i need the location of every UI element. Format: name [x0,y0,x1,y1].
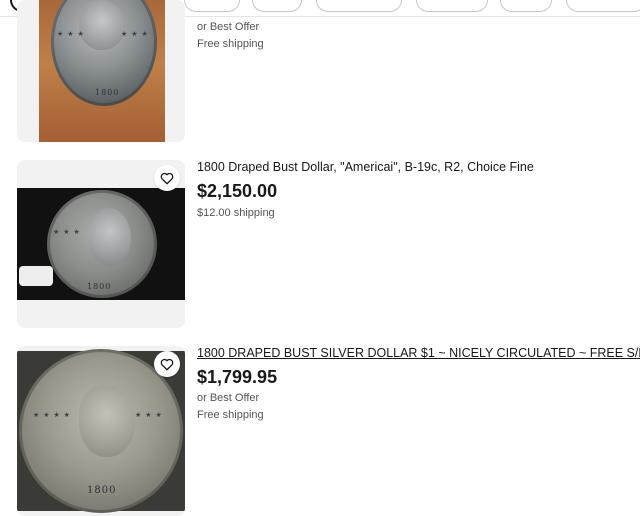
shipping-label: Free shipping [197,38,264,50]
listing-image[interactable]: ★ ★ ★ ★ ★ ★ ★ 1800 [17,346,185,516]
listing-title[interactable]: 1800 Draped Bust Dollar, "Americai", B-1… [197,160,534,174]
heart-outline-icon [160,358,174,370]
listing-item[interactable]: ★ ★ ★ ★ ★ ★ ★ 1800 1800 DRAPED BUST SILV… [0,346,640,516]
shipping-label: Free shipping [197,409,264,421]
coin-photo: ★ ★ ★ ★ ★ ★ 1800 [39,0,165,142]
coin-year-text: 1800 [87,282,112,291]
listing-price: $2,150.00 [197,181,278,201]
best-offer-label: or Best Offer [197,392,260,404]
coin-year-text: 1800 [87,485,117,496]
heart-outline-icon [160,172,174,184]
watch-button[interactable] [154,351,180,377]
listing-image[interactable]: ★ ★ ★ 1800 [17,160,185,328]
listing-image[interactable]: ★ ★ ★ ★ ★ ★ 1800 [17,0,185,142]
coin-photo: ★ ★ ★ 1800 [17,188,185,300]
listing-item[interactable]: ★ ★ ★ ★ ★ ★ 1800 or Best Offer Free ship… [0,0,640,150]
shipping-label: $12.00 shipping [197,207,275,219]
listing-price: $1,799.95 [197,367,278,387]
listing-title[interactable]: 1800 DRAPED BUST SILVER DOLLAR $1 ~ NICE… [197,346,640,360]
coin-year-text: 1800 [95,88,120,97]
best-offer-label: or Best Offer [197,21,260,33]
watch-button[interactable] [154,165,180,191]
listing-item[interactable]: ★ ★ ★ 1800 1800 Draped Bust Dollar, "Ame… [0,160,640,330]
